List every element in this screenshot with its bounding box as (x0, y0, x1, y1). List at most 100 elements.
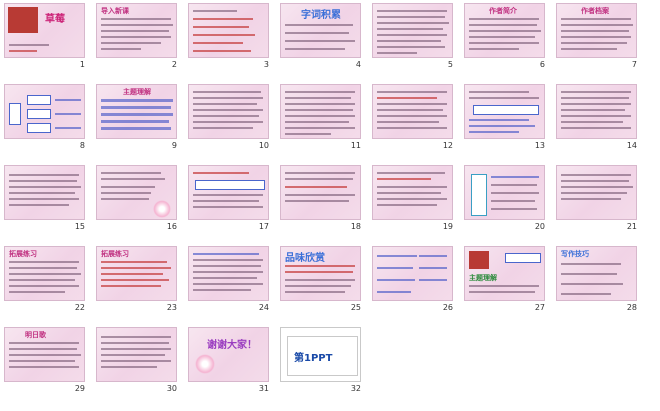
slide-thumbnail[interactable]: 16 (96, 165, 181, 232)
slide-preview (464, 165, 545, 220)
slide-number: 2 (171, 60, 177, 69)
slide-preview (4, 165, 85, 220)
slide-title: 字词积累 (301, 10, 341, 21)
slide-thumbnail[interactable]: 26 (372, 246, 457, 313)
slide-thumbnail[interactable]: 20 (464, 165, 549, 232)
slide-preview (280, 165, 361, 220)
strawberry-photo (8, 7, 38, 33)
slide-preview: 品味欣赏 (280, 246, 361, 301)
slide-number: 30 (166, 384, 177, 393)
slide-number: 28 (626, 303, 637, 312)
slide-number: 19 (442, 222, 453, 231)
slide-number: 18 (350, 222, 361, 231)
slide-title: 谢谢大家！ (207, 340, 257, 351)
slide-thumbnail[interactable]: 14 (556, 84, 641, 151)
slide-thumbnail[interactable]: 第1PPT 32 (280, 327, 365, 394)
slide-preview (188, 84, 269, 139)
slide-thumbnail[interactable]: 24 (188, 246, 273, 313)
slide-preview: 字词积累 (280, 3, 361, 58)
slide-thumbnail[interactable]: 30 (96, 327, 181, 394)
slide-title: 草莓 (45, 14, 65, 25)
slide-thumbnail[interactable]: 作者简介 6 (464, 3, 549, 70)
slide-thumbnail[interactable]: 8 (4, 84, 89, 151)
slide-preview (188, 165, 269, 220)
slide-thumbnail[interactable]: 3 (188, 3, 273, 70)
slide-number: 22 (74, 303, 85, 312)
slide-number: 20 (534, 222, 545, 231)
slide-number: 26 (442, 303, 453, 312)
slide-thumbnail[interactable]: 主题理解 9 (96, 84, 181, 151)
slide-number: 31 (258, 384, 269, 393)
slide-thumbnail[interactable]: 11 (280, 84, 365, 151)
slide-preview: 导入新课 (96, 3, 177, 58)
slide-preview: 主题理解 (96, 84, 177, 139)
slide-number: 32 (350, 384, 361, 393)
slide-thumbnail[interactable]: 18 (280, 165, 365, 232)
slide-thumbnail[interactable]: 草莓 1 (4, 3, 89, 70)
slide-preview (464, 84, 545, 139)
slide-thumbnail[interactable]: 17 (188, 165, 273, 232)
slide-preview (372, 165, 453, 220)
slide-number: 3 (263, 60, 269, 69)
slide-number: 7 (631, 60, 637, 69)
slide-number: 17 (258, 222, 269, 231)
slide-preview (556, 84, 637, 139)
slide-preview: 写作技巧 (556, 246, 637, 301)
slide-thumbnail[interactable]: 15 (4, 165, 89, 232)
slide-title: 拓展练习 (9, 250, 37, 258)
slide-preview: 谢谢大家！ (188, 327, 269, 382)
slide-thumbnail[interactable]: 21 (556, 165, 641, 232)
slide-thumbnail[interactable]: 10 (188, 84, 273, 151)
slide-thumbnail[interactable]: 导入新课 2 (96, 3, 181, 70)
slide-preview (96, 165, 177, 220)
slide-thumbnail[interactable]: 5 (372, 3, 457, 70)
slide-title: 主题理解 (123, 88, 151, 96)
slide-preview (96, 327, 177, 382)
slide-preview (188, 3, 269, 58)
slide-thumbnail[interactable]: 写作技巧 28 (556, 246, 641, 313)
slide-number: 24 (258, 303, 269, 312)
slide-thumbnail[interactable]: 13 (464, 84, 549, 151)
slide-preview (372, 3, 453, 58)
slide-title: 作者档案 (581, 7, 609, 15)
flower-icon (153, 200, 171, 218)
slide-title: 作者简介 (489, 7, 517, 15)
slide-thumbnail[interactable]: 主题理解 27 (464, 246, 549, 313)
slide-thumbnail[interactable]: 字词积累 4 (280, 3, 365, 70)
slide-preview (372, 84, 453, 139)
slide-title: 主题理解 (469, 274, 497, 282)
slide-title: 拓展练习 (101, 250, 129, 258)
slide-number: 25 (350, 303, 361, 312)
slide-number: 27 (534, 303, 545, 312)
slide-preview (188, 246, 269, 301)
slide-thumbnail[interactable]: 拓展练习 22 (4, 246, 89, 313)
slide-title: 导入新课 (101, 7, 129, 15)
slide-thumbnail[interactable]: 19 (372, 165, 457, 232)
slide-preview: 第1PPT (280, 327, 361, 382)
strawberry-photo (469, 251, 489, 269)
slide-number: 10 (258, 141, 269, 150)
slide-thumbnail[interactable]: 作者档案 7 (556, 3, 641, 70)
slide-number: 9 (171, 141, 177, 150)
slide-sorter-grid: 草莓 1 导入新课 2 3 字词积累 4 5 作者简介 6 作者档案 7 8 主… (0, 0, 660, 411)
slide-number: 14 (626, 141, 637, 150)
slide-number: 23 (166, 303, 177, 312)
slide-thumbnail[interactable]: 拓展练习 23 (96, 246, 181, 313)
slide-thumbnail[interactable]: 品味欣赏 25 (280, 246, 365, 313)
slide-preview: 明日歌 (4, 327, 85, 382)
slide-number: 8 (79, 141, 85, 150)
slide-preview: 拓展练习 (4, 246, 85, 301)
slide-thumbnail[interactable]: 谢谢大家！ 31 (188, 327, 273, 394)
slide-thumbnail[interactable]: 12 (372, 84, 457, 151)
slide-number: 12 (442, 141, 453, 150)
slide-number: 21 (626, 222, 637, 231)
slide-number: 29 (74, 384, 85, 393)
slide-preview: 拓展练习 (96, 246, 177, 301)
slide-thumbnail[interactable]: 明日歌 29 (4, 327, 89, 394)
slide-title: 品味欣赏 (285, 253, 325, 264)
slide-number: 13 (534, 141, 545, 150)
slide-number: 15 (74, 222, 85, 231)
slide-preview (372, 246, 453, 301)
slide-preview: 草莓 (4, 3, 85, 58)
slide-title: 明日歌 (25, 331, 46, 339)
